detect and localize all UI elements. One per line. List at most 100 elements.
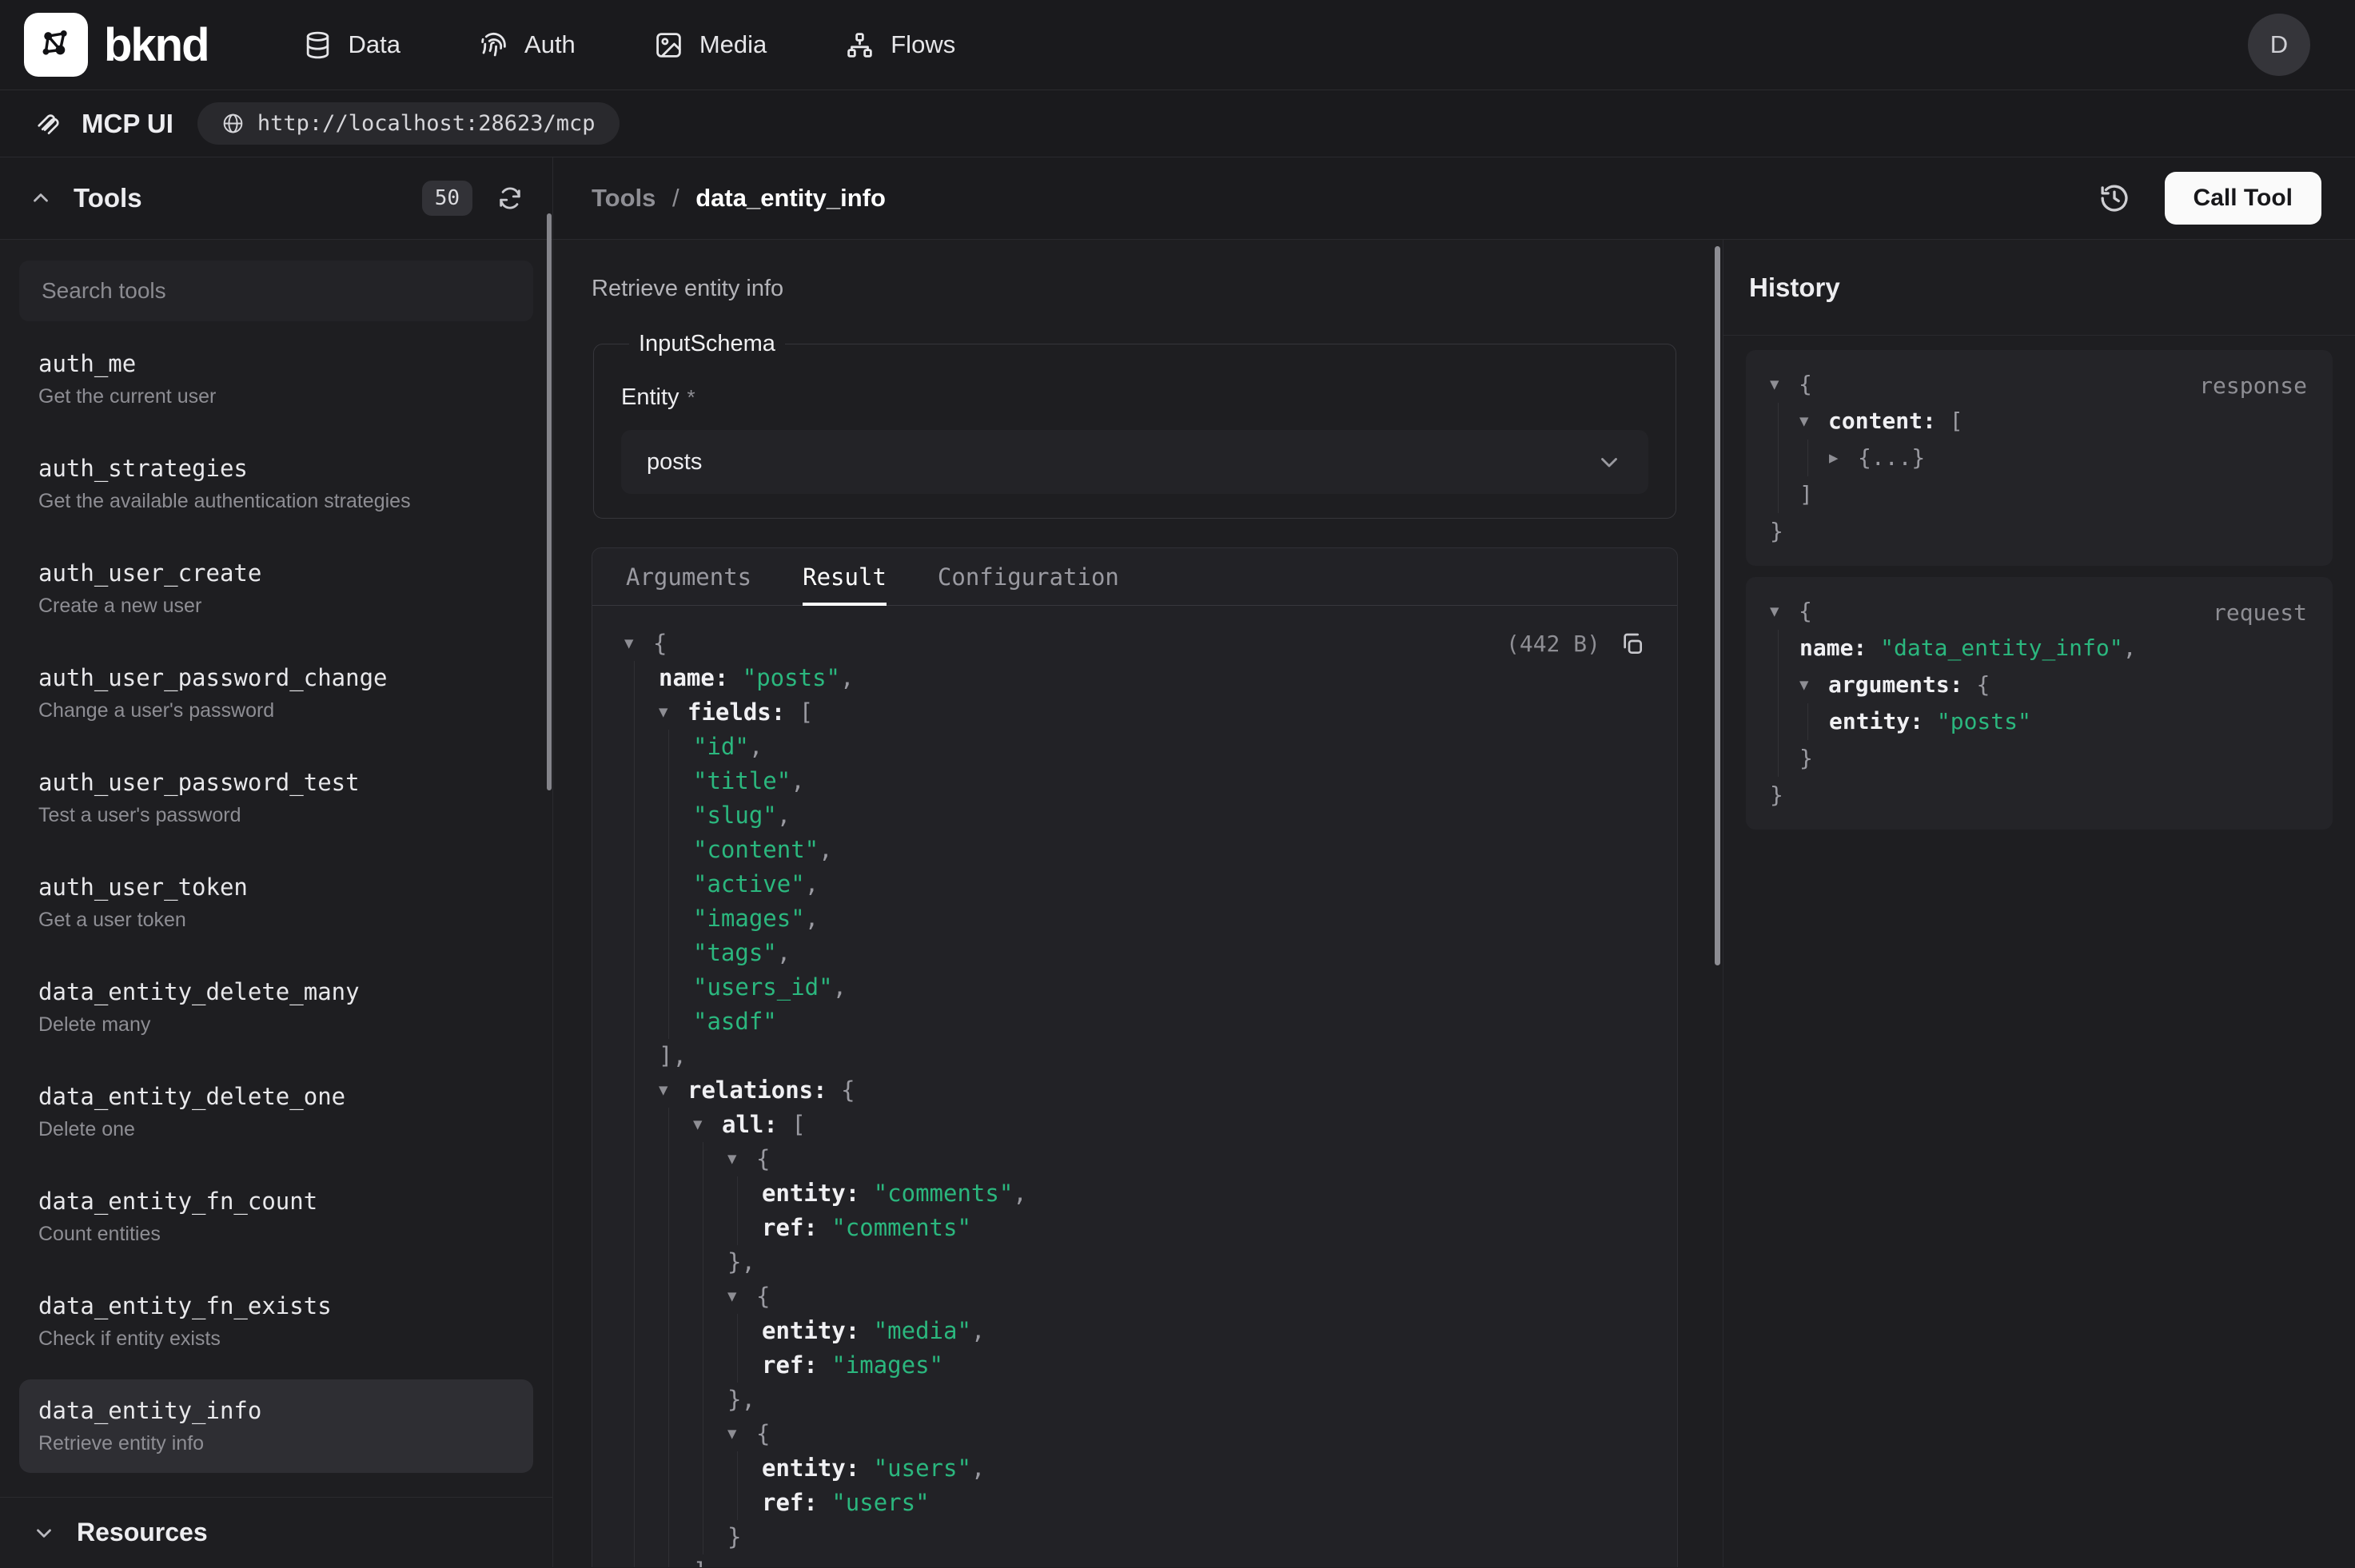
tool-item-auth_user_token[interactable]: auth_user_token Get a user token xyxy=(19,856,533,949)
json-line: entity: "media", xyxy=(762,1314,1645,1348)
nav-item-label: Media xyxy=(699,30,767,59)
chevron-down-icon xyxy=(1596,448,1623,476)
call-tool-button[interactable]: Call Tool xyxy=(2165,172,2321,225)
user-avatar[interactable]: D xyxy=(2248,14,2310,76)
nav-item-data[interactable]: Data xyxy=(303,30,400,60)
resources-section-header[interactable]: Resources xyxy=(0,1497,552,1567)
json-children: name: "posts",▼fields: ["id","title","sl… xyxy=(634,661,1645,1567)
tool-name: auth_me xyxy=(38,350,514,377)
json-line: "slug", xyxy=(693,798,1645,833)
nav-item-auth[interactable]: Auth xyxy=(479,30,576,60)
json-line: ▼content: [ xyxy=(1799,403,2309,440)
tab-result[interactable]: Result xyxy=(803,548,887,605)
entity-select[interactable]: posts xyxy=(621,430,1648,494)
nav-item-label: Flows xyxy=(891,30,955,59)
json-line: "users_id", xyxy=(693,970,1645,1005)
main-scrollbar[interactable] xyxy=(1715,246,1720,965)
expand-toggle-icon[interactable]: ▶ xyxy=(1829,440,1858,476)
tool-item-data_entity_fn_exists[interactable]: data_entity_fn_existsCheck if entity exi… xyxy=(19,1275,533,1368)
history-card-request[interactable]: request▼{name: "data_entity_info",▼argum… xyxy=(1746,577,2333,830)
tools-section-header[interactable]: Tools 50 xyxy=(0,157,552,240)
tool-item-data_entity_delete_one[interactable]: data_entity_delete_oneDelete one xyxy=(19,1065,533,1159)
json-line: ▶{...} xyxy=(1829,440,2309,476)
json-line: "content", xyxy=(693,833,1645,867)
result-json-tree: ▼{ (442 B)name: "posts",▼fields: ["id","t… xyxy=(592,606,1677,1567)
main-panel: Tools / data_entity_info Call Tool xyxy=(553,157,2355,1567)
breadcrumb: Tools / data_entity_info xyxy=(592,184,886,213)
nav-item-flows[interactable]: Flows xyxy=(845,30,955,60)
entity-select-value: posts xyxy=(647,449,702,476)
json-line: ] xyxy=(1799,476,2309,513)
bknd-logo-icon xyxy=(24,13,88,77)
collapse-toggle-icon[interactable]: ▼ xyxy=(659,695,687,730)
tool-name: data_entity_delete_many xyxy=(38,978,514,1005)
search-input[interactable] xyxy=(19,261,533,321)
collapse-toggle-icon[interactable]: ▼ xyxy=(727,1279,756,1314)
json-line: ▼{ xyxy=(727,1142,1645,1176)
chevron-up-icon[interactable] xyxy=(29,186,53,210)
tools-count-badge: 50 xyxy=(422,181,472,216)
tool-item-auth_user_password_test[interactable]: auth_user_password_testTest a user's pas… xyxy=(19,751,533,845)
main-row: Retrieve entity info InputSchema Entity*… xyxy=(553,240,2355,1567)
json-children: entity: "comments",ref: "comments" xyxy=(737,1176,1645,1245)
tools-sidebar: Tools 50 auth_meGet the current userauth… xyxy=(0,157,553,1567)
copy-icon[interactable] xyxy=(1620,631,1645,657)
sidebar-scrollbar[interactable] xyxy=(547,213,552,790)
tool-description: Delete many xyxy=(38,1013,514,1037)
line-meta: (442 B) xyxy=(1506,627,1645,661)
history-card-response[interactable]: response▼{▼content: [▶{...}]} xyxy=(1746,350,2333,566)
collapse-toggle-icon[interactable]: ▼ xyxy=(1770,366,1799,403)
tool-item-auth_user_create[interactable]: auth_user_createCreate a new user xyxy=(19,542,533,635)
collapse-toggle-icon[interactable]: ▼ xyxy=(1799,403,1828,440)
chevron-down-icon[interactable] xyxy=(32,1521,56,1545)
collapse-toggle-icon[interactable]: ▼ xyxy=(693,1108,722,1142)
collapse-toggle-icon[interactable]: ▼ xyxy=(1799,667,1828,703)
collapse-toggle-icon[interactable]: ▼ xyxy=(1770,593,1799,630)
nav-item-media[interactable]: Media xyxy=(654,30,767,60)
json-line: entity: "users", xyxy=(762,1451,1645,1486)
tab-arguments[interactable]: Arguments xyxy=(626,548,751,605)
result-card: Arguments Result Configuration ▼{ (442 B)na… xyxy=(592,547,1678,1567)
tool-name: auth_user_create xyxy=(38,559,514,587)
history-card-label: request xyxy=(2213,595,2307,631)
breadcrumb-section[interactable]: Tools xyxy=(592,184,655,212)
history-title: History xyxy=(1723,240,2355,336)
tool-description: Count entities xyxy=(38,1222,514,1246)
json-line: "id", xyxy=(693,730,1645,764)
main-header: Tools / data_entity_info Call Tool xyxy=(553,157,2355,240)
json-line: entity: "posts" xyxy=(1829,703,2309,740)
tool-item-auth_me[interactable]: auth_meGet the current user xyxy=(19,332,533,426)
tool-item-auth_user_password_change[interactable]: auth_user_password_changeChange a user's… xyxy=(19,647,533,740)
tool-item-data_entity_delete_many[interactable]: data_entity_delete_many Delete many xyxy=(19,961,533,1054)
nav-item-label: Auth xyxy=(524,30,576,59)
refresh-tools-icon[interactable] xyxy=(496,185,524,212)
mcp-header-bar: MCP UI http://localhost:28623/mcp xyxy=(0,90,2355,157)
result-size: (442 B) xyxy=(1506,627,1600,661)
collapse-toggle-icon[interactable]: ▼ xyxy=(659,1073,687,1108)
tool-item-data_entity_info[interactable]: data_entity_infoRetrieve entity info xyxy=(19,1379,533,1473)
history-card-label: response xyxy=(2199,368,2307,404)
json-children: "id","title","slug","content","active","… xyxy=(668,730,1645,1039)
tool-item-data_entity_fn_count[interactable]: data_entity_fn_countCount entities xyxy=(19,1170,533,1264)
collapse-toggle-icon[interactable]: ▼ xyxy=(727,1417,756,1451)
resources-section-title: Resources xyxy=(77,1518,208,1547)
collapse-toggle-icon[interactable]: ▼ xyxy=(727,1142,756,1176)
required-mark: * xyxy=(687,385,695,409)
json-line: ref: "comments" xyxy=(762,1211,1645,1245)
json-line: ▼{ xyxy=(727,1417,1645,1451)
content-shell: Tools 50 auth_meGet the current userauth… xyxy=(0,157,2355,1567)
mcp-url-pill[interactable]: http://localhost:28623/mcp xyxy=(197,102,620,145)
collapse-toggle-icon[interactable]: ▼ xyxy=(624,627,653,661)
tool-item-auth_strategies[interactable]: auth_strategiesGet the available authent… xyxy=(19,437,533,531)
json-line: "title", xyxy=(693,764,1645,798)
tool-name: auth_user_token xyxy=(38,874,514,901)
json-line: ▼{ xyxy=(727,1279,1645,1314)
json-line: ▼relations: { xyxy=(659,1073,1645,1108)
tool-description: Get a user token xyxy=(38,908,514,932)
breadcrumb-current: data_entity_info xyxy=(695,184,886,212)
tab-configuration[interactable]: Configuration xyxy=(938,548,1119,605)
json-children: ▶{...} xyxy=(1807,440,2309,476)
bknd-logo[interactable]: bknd xyxy=(24,13,209,77)
json-line: ref: "images" xyxy=(762,1348,1645,1383)
history-icon[interactable] xyxy=(2098,181,2131,215)
